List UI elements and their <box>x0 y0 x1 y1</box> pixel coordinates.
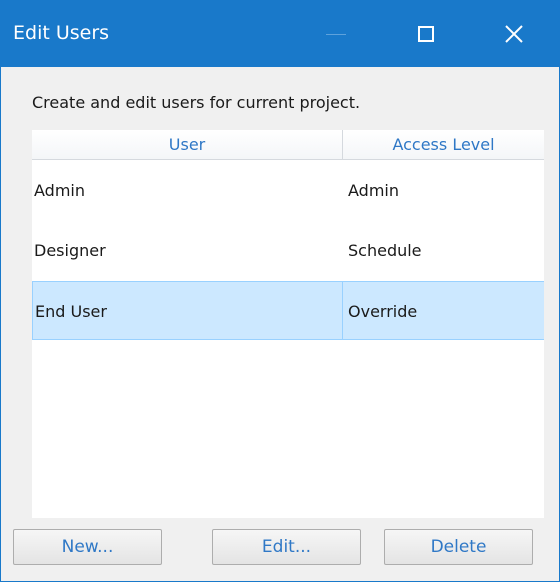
minimize-icon <box>326 33 346 35</box>
table-row[interactable]: Admin Admin <box>32 161 544 220</box>
cell-access-level: Override <box>343 281 544 340</box>
column-header-access-level[interactable]: Access Level <box>343 130 544 159</box>
close-button[interactable] <box>469 1 559 67</box>
title-bar[interactable]: Edit Users <box>1 1 559 67</box>
dialog-description: Create and edit users for current projec… <box>32 93 361 112</box>
table-row[interactable]: Designer Schedule <box>32 221 544 280</box>
cell-user: End User <box>32 281 343 340</box>
cell-user: Admin <box>34 181 85 200</box>
maximize-icon <box>418 26 434 42</box>
users-list[interactable]: User Access Level Admin Admin Designer S… <box>32 130 544 518</box>
delete-user-button[interactable]: Delete <box>384 529 533 565</box>
cell-user: Designer <box>34 241 106 260</box>
table-row-selected[interactable]: End User Override <box>32 281 544 340</box>
new-user-button[interactable]: New... <box>13 529 162 565</box>
window-title: Edit Users <box>13 22 110 44</box>
minimize-button[interactable] <box>291 1 381 67</box>
maximize-button[interactable] <box>381 1 471 67</box>
edit-users-dialog: Edit Users Create and edit users for cur… <box>0 0 560 582</box>
cell-access-level: Schedule <box>348 241 422 260</box>
column-header-user[interactable]: User <box>32 130 343 159</box>
cell-access-level: Admin <box>348 181 399 200</box>
list-header: User Access Level <box>32 130 544 160</box>
close-icon <box>505 25 523 43</box>
edit-user-button[interactable]: Edit... <box>212 529 361 565</box>
